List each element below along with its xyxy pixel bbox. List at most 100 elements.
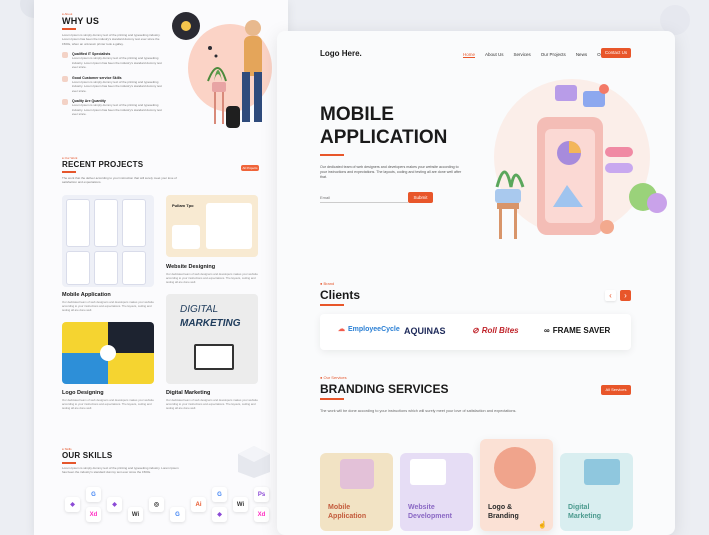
marketing-art-line1: DIGITAL bbox=[180, 304, 219, 315]
hero-title-line2: APPLICATION bbox=[320, 127, 448, 148]
feature-item: Good Customer service Skills Lorem Ipsum… bbox=[62, 75, 162, 94]
phone-mockup bbox=[66, 251, 90, 285]
client-name: EmployeeCycle bbox=[348, 325, 400, 333]
project-title: Mobile Application bbox=[62, 292, 111, 298]
skill-icon: G bbox=[86, 487, 101, 502]
all-services-button[interactable]: All Services bbox=[601, 385, 631, 395]
client-name: FRAME SAVER bbox=[552, 326, 611, 335]
project-card-logo[interactable] bbox=[62, 322, 154, 384]
skills-header: ● Skills OUR SKILLS Lorem Ipsum is simpl… bbox=[62, 447, 182, 475]
lightbulb-person-illustration bbox=[172, 12, 272, 128]
prev-arrow-icon[interactable]: ‹ bbox=[605, 290, 616, 301]
right-page-preview: Logo Here. Home About Us Services Our Pr… bbox=[277, 31, 675, 535]
phone-mockup bbox=[94, 199, 118, 247]
submit-button[interactable]: Submit bbox=[408, 192, 433, 203]
phone-mockup bbox=[122, 199, 146, 247]
section-intro: Lorem Ipsum is simply dummy text of the … bbox=[62, 32, 161, 46]
section-tag: ● Our Services bbox=[320, 375, 347, 380]
skill-icon: Xd bbox=[254, 507, 269, 522]
mobile-app-illustration bbox=[494, 79, 667, 239]
contact-us-button[interactable]: Contact Us bbox=[601, 48, 631, 58]
client-logo[interactable]: ∞ FRAME SAVER bbox=[544, 326, 610, 335]
marketing-illustration bbox=[584, 459, 620, 485]
nav-news[interactable]: News bbox=[576, 52, 587, 58]
phone-mockup bbox=[122, 251, 146, 285]
section-title: RECENT PROJECTS bbox=[62, 160, 144, 169]
skill-icon: Wi bbox=[128, 507, 143, 522]
hero-title: MOBILE APPLICATION bbox=[320, 103, 447, 149]
service-card-website[interactable]: Website Development bbox=[400, 453, 473, 531]
website-mockup bbox=[206, 203, 252, 249]
nav-about[interactable]: About Us bbox=[485, 52, 504, 58]
service-card-title: Logo & Branding bbox=[488, 504, 519, 520]
why-us-section: ● About WHY US Lorem Ipsum is simply dum… bbox=[62, 12, 162, 117]
nav-home[interactable]: Home bbox=[463, 52, 476, 58]
project-title: Digital Marketing bbox=[166, 390, 211, 396]
skill-icon: ◎ bbox=[149, 497, 164, 512]
email-input[interactable] bbox=[320, 192, 408, 203]
service-card-marketing[interactable]: Digital Marketing bbox=[560, 453, 633, 531]
service-card-mobile[interactable]: Mobile Application bbox=[320, 453, 393, 531]
nav-services[interactable]: Services bbox=[514, 52, 531, 58]
section-title: OUR SKILLS bbox=[62, 451, 113, 460]
logo-illustration bbox=[494, 447, 536, 489]
feature-desc: Lorem Ipsum is simply dummy text of the … bbox=[72, 56, 162, 69]
title-underline bbox=[62, 171, 76, 173]
client-logo[interactable]: ☁ EmployeeCycle bbox=[338, 325, 400, 334]
skill-icon: Ps bbox=[254, 487, 269, 502]
branding-underline bbox=[320, 398, 344, 400]
title-underline bbox=[62, 28, 76, 30]
hero-title-line1: MOBILE bbox=[320, 104, 394, 125]
mouse-cursor-icon: ☝ bbox=[538, 522, 547, 529]
website-mockup bbox=[172, 225, 200, 249]
project-desc: Our dedicated team of web designers and … bbox=[62, 300, 154, 312]
site-logo[interactable]: Logo Here. bbox=[320, 49, 362, 58]
mobile-illustration bbox=[340, 459, 374, 489]
clients-underline bbox=[320, 304, 344, 306]
specialist-icon bbox=[62, 52, 68, 58]
hero-desc: Our dedicated team of web designers and … bbox=[320, 165, 462, 179]
client-name: Roll Bites bbox=[481, 326, 519, 335]
project-card-mobile[interactable] bbox=[62, 195, 154, 287]
branding-desc: The work will be done according to your … bbox=[320, 409, 517, 413]
all-projects-button[interactable]: All Projects bbox=[241, 165, 259, 171]
web-art-title: Pullam Tpo bbox=[172, 203, 194, 208]
nav-projects[interactable]: Our Projects bbox=[541, 52, 566, 58]
cube-decoration bbox=[238, 446, 270, 478]
skill-icon: G bbox=[212, 487, 227, 502]
phone-mockup bbox=[94, 251, 118, 285]
section-tag: ● Brand bbox=[320, 281, 335, 286]
cloud-icon: ☁ bbox=[338, 326, 345, 333]
clients-title: Clients bbox=[320, 288, 361, 302]
section-intro: The work that the deliver according to y… bbox=[62, 175, 177, 185]
skill-icon: ◆ bbox=[65, 497, 80, 512]
glasses-icon: ∞ bbox=[544, 326, 550, 335]
next-arrow-icon[interactable]: › bbox=[620, 290, 631, 301]
main-nav: Home About Us Services Our Projects News… bbox=[463, 52, 620, 58]
project-desc: Our dedicated team of web designers and … bbox=[166, 398, 258, 410]
project-desc: Our dedicated team of web designers and … bbox=[166, 272, 258, 284]
service-icon bbox=[62, 75, 68, 82]
phone-mockup bbox=[66, 199, 90, 247]
projects-header: ● Our Work RECENT PROJECTS The work that… bbox=[62, 156, 182, 185]
client-logo[interactable]: ⊘ Roll Bites bbox=[472, 326, 519, 335]
laptop-mockup bbox=[194, 344, 234, 370]
project-title: Website Designing bbox=[166, 264, 216, 270]
project-card-marketing[interactable]: DIGITAL MARKETING bbox=[166, 294, 258, 384]
project-desc: Our dedicated team of web designers and … bbox=[62, 398, 154, 410]
project-title: Logo Designing bbox=[62, 390, 104, 396]
logo-badge bbox=[100, 345, 116, 361]
service-card-logo[interactable]: Logo & Branding bbox=[480, 439, 553, 531]
circle-badge-icon: ⊘ bbox=[472, 326, 479, 335]
feature-desc: Lorem Ipsum is simply dummy text of the … bbox=[72, 79, 162, 93]
skill-icon: Ai bbox=[191, 497, 206, 512]
project-card-website[interactable]: Pullam Tpo bbox=[166, 195, 258, 257]
skill-icon: G bbox=[170, 507, 185, 522]
skill-icon: ◆ bbox=[107, 497, 122, 512]
skill-icon: ◆ bbox=[212, 507, 227, 522]
section-intro: Lorem Ipsum is simply dummy text of the … bbox=[62, 465, 179, 475]
feature-desc: Lorem Ipsum is simply dummy text of the … bbox=[72, 103, 162, 116]
client-logo[interactable]: AQUINAS bbox=[404, 326, 446, 336]
logo-tile bbox=[108, 353, 154, 384]
skill-icon: Xd bbox=[86, 507, 101, 522]
